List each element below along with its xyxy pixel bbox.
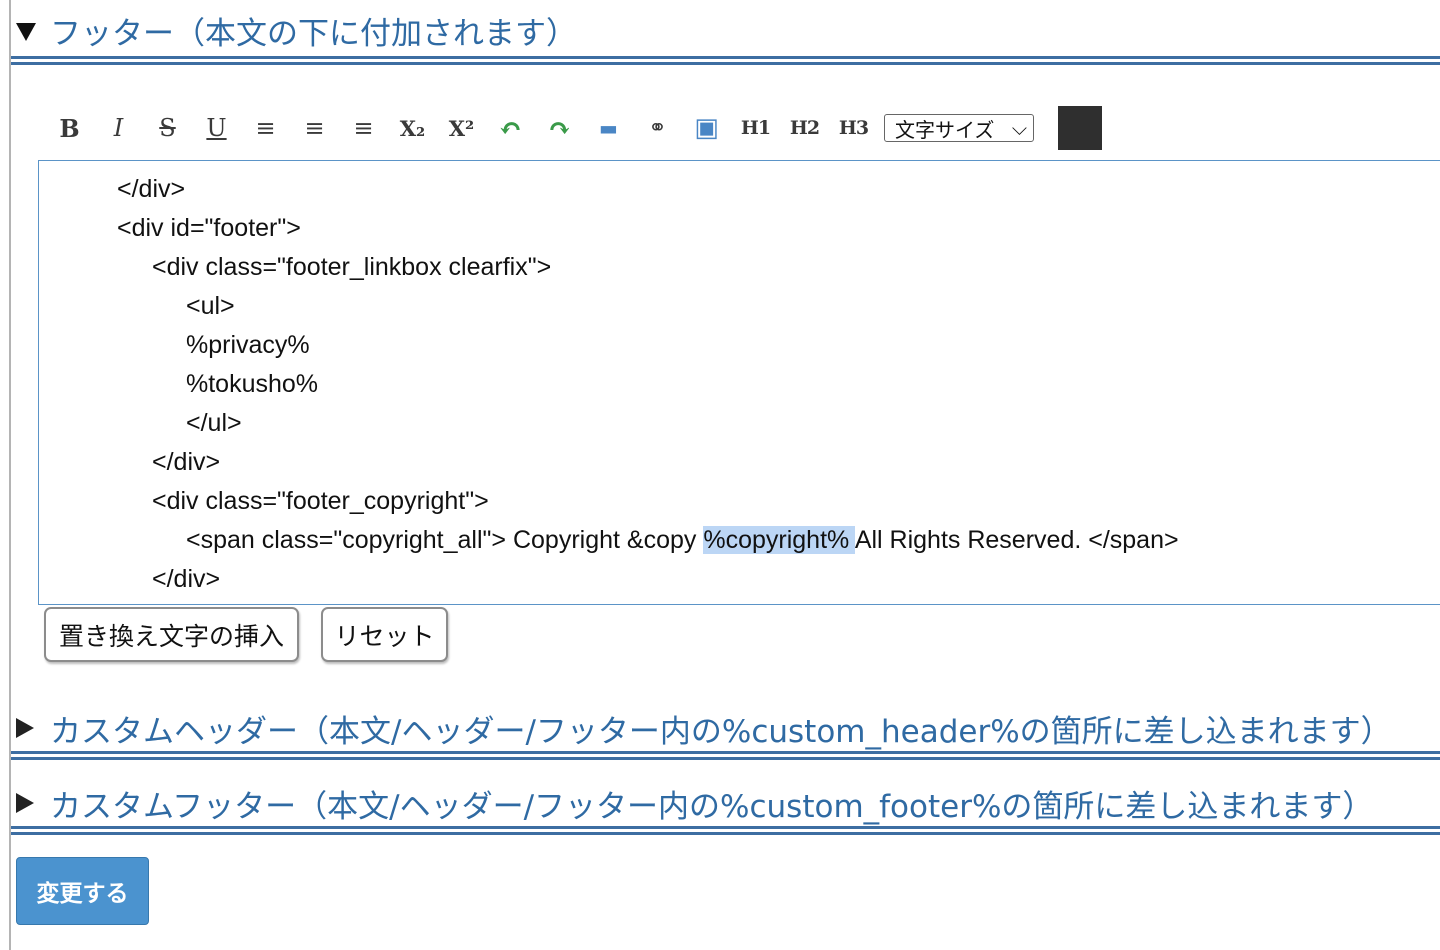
footer-html-editor[interactable]: </div> <div id="footer"> <div class="foo… <box>38 160 1440 605</box>
custom-header-section-title: カスタムヘッダー（本文/ヘッダー/フッター内の%custom_header%の箇… <box>50 713 1392 750</box>
triangle-right-icon <box>16 718 34 738</box>
h2-button[interactable]: H2 <box>780 104 829 152</box>
undo-icon[interactable]: ↶ <box>486 104 535 152</box>
triangle-right-icon <box>16 793 34 813</box>
selected-text: %copyright% <box>703 526 855 554</box>
code-text: <span class="copyright_all"> Copyright &… <box>186 526 704 554</box>
h1-button[interactable]: H1 <box>731 104 780 152</box>
align-center-icon[interactable]: ≡ <box>290 104 339 152</box>
code-line: </ul> <box>186 409 242 437</box>
insert-placeholder-button[interactable]: 置き換え文字の挿入 <box>44 607 299 662</box>
redo-icon[interactable]: ↷ <box>535 104 584 152</box>
custom-footer-section-title: カスタムフッター（本文/ヘッダー/フッター内の%custom_footer%の箇… <box>50 788 1374 825</box>
underline-button[interactable]: U <box>192 104 241 152</box>
chevron-down-icon: ⌵ <box>1011 116 1027 140</box>
triangle-down-icon <box>16 23 36 41</box>
code-line: </div> <box>152 565 221 593</box>
align-right-icon[interactable]: ≡ <box>339 104 388 152</box>
custom-header-divider <box>11 751 1440 760</box>
h3-button[interactable]: H3 <box>829 104 878 152</box>
footer-section-toggle[interactable]: フッター（本文の下に付加されます） <box>16 10 1440 52</box>
font-size-select-label: 文字サイズ <box>895 117 995 142</box>
bold-button[interactable]: B <box>45 104 94 152</box>
reset-button[interactable]: リセット <box>321 607 448 662</box>
code-line: %tokusho% <box>186 370 319 398</box>
italic-button[interactable]: I <box>94 104 143 152</box>
code-text: All Rights Reserved. </span> <box>854 526 1179 554</box>
editor-toolbar: B I S U ≡ ≡ ≡ X₂ X² ↶ ↷ ▬ ⚭ ▣ H1 H2 H3 文… <box>45 104 1102 152</box>
font-size-select[interactable]: 文字サイズ ⌵ <box>884 114 1034 142</box>
page-left-border <box>9 0 11 950</box>
code-line: <div class="footer_copyright"> <box>152 487 489 515</box>
code-line: </div> <box>152 448 221 476</box>
code-line: <div id="footer"> <box>117 214 301 242</box>
footer-section-divider <box>11 56 1440 65</box>
custom-footer-section-toggle[interactable]: カスタムフッター（本文/ヘッダー/フッター内の%custom_footer%の箇… <box>16 782 1440 825</box>
footer-section-title: フッター（本文の下に付加されます） <box>50 15 577 52</box>
link-icon[interactable]: ⚭ <box>633 104 682 152</box>
code-line: </div> <box>117 175 186 203</box>
image-icon[interactable]: ▣ <box>682 104 731 152</box>
subscript-button[interactable]: X₂ <box>388 104 437 152</box>
horizontal-rule-icon[interactable]: ▬ <box>584 104 633 152</box>
strikethrough-button[interactable]: S <box>143 104 192 152</box>
custom-header-section-toggle[interactable]: カスタムヘッダー（本文/ヘッダー/フッター内の%custom_header%の箇… <box>16 707 1440 750</box>
align-left-icon[interactable]: ≡ <box>241 104 290 152</box>
superscript-button[interactable]: X² <box>437 104 486 152</box>
code-line: <ul> <box>186 292 235 320</box>
submit-button[interactable]: 変更する <box>16 857 149 925</box>
custom-footer-divider <box>11 826 1440 835</box>
code-line-copyright: <span class="copyright_all"> Copyright &… <box>186 521 1179 560</box>
code-line: %privacy% <box>186 331 310 359</box>
text-color-swatch[interactable] <box>1058 106 1102 150</box>
code-line: <div class="footer_linkbox clearfix"> <box>152 253 552 281</box>
